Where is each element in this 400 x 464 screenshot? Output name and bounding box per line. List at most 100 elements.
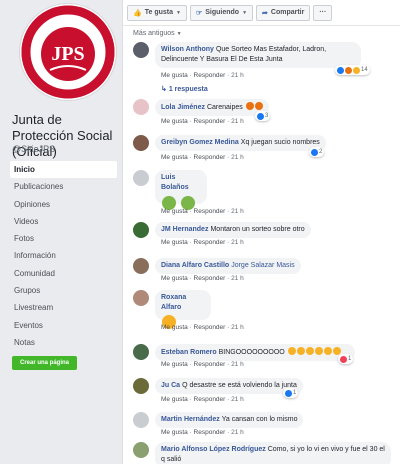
comment-author[interactable]: Esteban Romero [161,349,217,356]
avatar[interactable] [133,99,149,115]
comment-actions: Me gusta · Responder · 21 h [161,72,244,79]
comment-author[interactable]: Wilson Anthony [161,46,214,53]
avatar[interactable] [133,378,149,394]
share-icon: ➦ [262,9,268,17]
comment-author[interactable]: Mario Alfonso López Rodríguez [161,446,266,453]
sort-label: Más antiguos [133,30,175,37]
comment-time[interactable]: 21 h [231,72,244,79]
avatar[interactable] [133,290,149,306]
avatar[interactable] [133,442,149,458]
comment-text: Ya cansan con lo mismo [221,416,298,423]
create-page-button[interactable]: Crear una página [12,356,77,370]
comment-actions: Me gusta · Responder · 21 h [161,361,244,368]
avatar[interactable] [133,170,149,186]
comment-reply-link[interactable]: Responder [194,275,226,282]
nav-item-eventos[interactable]: Eventos [10,317,117,334]
nav-item-comunidad[interactable]: Comunidad [10,265,117,282]
reaction-summary[interactable]: 1 [283,388,299,398]
comment-sort-dropdown[interactable]: Más antiguos ▼ [133,30,182,37]
comment-reply-link[interactable]: Responder [194,429,226,436]
page-profile-logo[interactable]: JPS [20,4,116,100]
nav-item-notas[interactable]: Notas [10,334,117,351]
comment-reply-link[interactable]: Responder [194,154,226,161]
reaction-summary[interactable]: 2 [309,147,325,157]
comment-like-link[interactable]: Me gusta [161,429,188,436]
avatar[interactable] [133,258,149,274]
reaction-summary[interactable]: 1 [338,354,354,364]
avatar[interactable] [133,42,149,58]
comment-time[interactable]: 21 h [231,324,244,331]
reply-arrow-icon: ↳ [161,86,167,93]
nav-item-grupos[interactable]: Grupos [10,282,117,299]
comment-time[interactable]: 21 h [231,429,244,436]
reaction-count: 1 [293,390,297,396]
share-page-button[interactable]: ➦ Compartir [256,4,311,21]
view-replies-link[interactable]: ↳ 1 respuesta [161,85,208,93]
comment-like-link[interactable]: Me gusta [161,361,188,368]
comment-author[interactable]: Lola Jiménez [161,104,205,111]
comment-author[interactable]: Luis Bolaños [161,174,189,191]
comment-author[interactable]: Martin Hernández [161,416,220,423]
comment-author[interactable]: JM Hernandez [161,226,208,233]
nav-item-inicio[interactable]: Inicio [10,161,117,179]
like-reaction-icon [285,389,292,397]
comment-actions: Me gusta · Responder · 21 h [161,208,244,215]
comment-bubble: JM Hernandez Montaron un sorteo sobre otr… [155,222,311,238]
comment-bubble: Diana Alfaro Castillo Jorge Salazar Masis [155,258,301,274]
nav-item-livestream[interactable]: Livestream [10,299,117,316]
comment-reply-link[interactable]: Responder [194,324,226,331]
avatar[interactable] [133,222,149,238]
comment-time[interactable]: 21 h [231,275,244,282]
more-options-button[interactable]: ··· [313,4,333,21]
clapping-hands-emoji-icon [305,347,314,355]
comment-time[interactable]: 21 h [231,361,244,368]
comment-time[interactable]: 21 h [231,154,244,161]
comment-author[interactable]: Ju Ca [161,382,180,389]
comment-like-link[interactable]: Me gusta [161,118,188,125]
comment-author[interactable]: Diana Alfaro Castillo [161,262,229,269]
comment-like-link[interactable]: Me gusta [161,154,188,161]
comment-like-link[interactable]: Me gusta [161,324,188,331]
comment-like-link[interactable]: Me gusta [161,72,188,79]
follow-page-button[interactable]: ☞ Siguiendo ▼ [189,4,254,21]
nav-item-videos[interactable]: Videos [10,213,117,230]
angry-face-emoji-icon [254,102,263,110]
comment-time[interactable]: 21 h [231,396,244,403]
reaction-summary[interactable]: 3 [255,111,271,121]
angry-reaction-icon [345,66,352,74]
avatar[interactable] [133,344,149,360]
thumbs-up-icon: 👍 [133,9,142,17]
page-handle[interactable]: @SitioJPS [12,144,55,154]
rss-icon: ☞ [195,9,203,17]
nav-item-informacion[interactable]: Información [10,247,117,264]
nav-item-opiniones[interactable]: Opiniones [10,196,117,213]
like-page-button[interactable]: 👍 Te gusta ▼ [127,4,187,21]
comment-reply-link[interactable]: Responder [194,239,226,246]
comment-bubble: Ju Ca Q desastre se está volviendo la jun… [155,378,303,394]
follow-page-label: Siguiendo [205,9,240,16]
reaction-summary[interactable]: 14 [335,65,370,75]
nav-item-fotos[interactable]: Fotos [10,230,117,247]
comment-actions: Me gusta · Responder · 21 h [161,118,244,125]
comment-author[interactable]: Roxana Alfaro [161,294,186,311]
comment-time[interactable]: 21 h [231,239,244,246]
comment-time[interactable]: 21 h [231,208,244,215]
comment-bubble: Esteban Romero BINGOOOOOOOOO [155,344,355,361]
replies-count: 1 respuesta [168,86,208,93]
avatar[interactable] [133,135,149,151]
comment-reply-link[interactable]: Responder [194,72,226,79]
comment-time[interactable]: 21 h [231,118,244,125]
comment-bubble: Mario Alfonso López Rodríguez Como, si yo… [155,442,391,464]
avatar[interactable] [133,412,149,428]
comment-reply-link[interactable]: Responder [194,396,226,403]
like-reaction-icon [257,112,264,120]
comment-reply-link[interactable]: Responder [194,361,226,368]
comment-reply-link[interactable]: Responder [194,208,226,215]
comment-like-link[interactable]: Me gusta [161,275,188,282]
nav-item-publicaciones[interactable]: Publicaciones [10,178,117,195]
comment-like-link[interactable]: Me gusta [161,208,188,215]
comment-like-link[interactable]: Me gusta [161,396,188,403]
comment-reply-link[interactable]: Responder [194,118,226,125]
comment-like-link[interactable]: Me gusta [161,239,188,246]
comment-author[interactable]: Greibyn Gomez Medina [161,139,239,146]
